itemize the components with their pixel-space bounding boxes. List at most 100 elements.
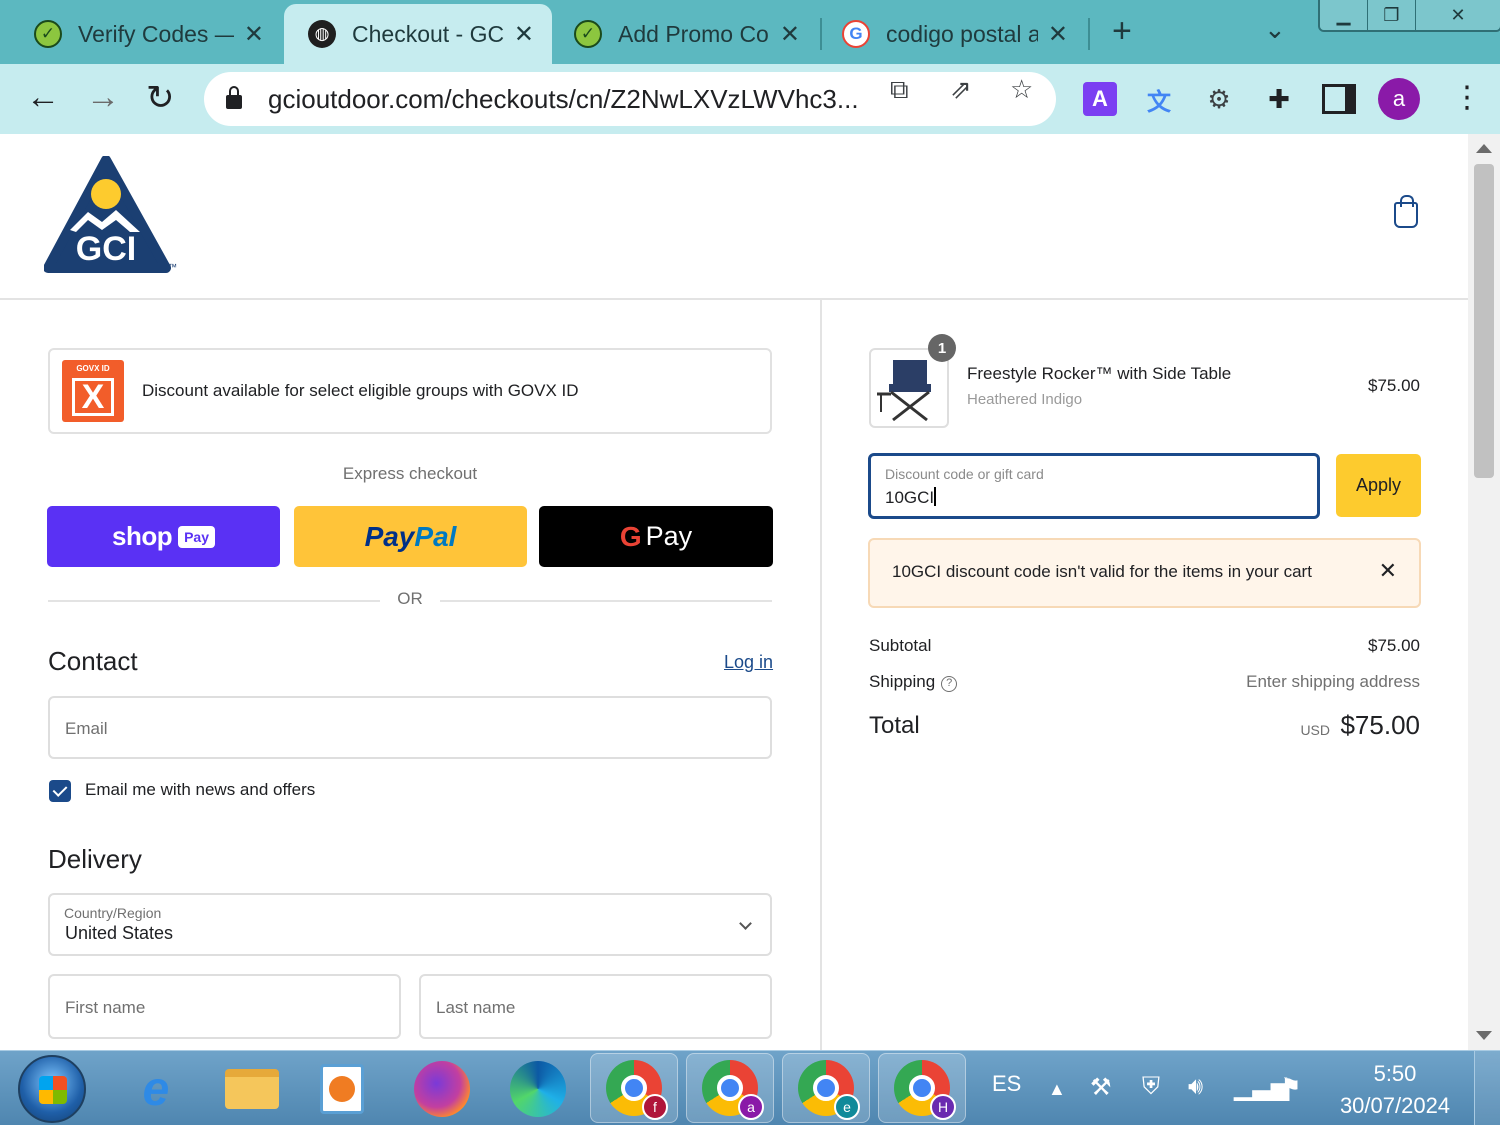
media-player-icon[interactable] (310, 1057, 374, 1121)
country-region-select[interactable]: Country/Region United States (48, 893, 772, 956)
clock-date[interactable]: 30/07/2024 (1330, 1093, 1460, 1119)
address-bar[interactable]: gcioutdoor.com/checkouts/cn/Z2NwLXVzLWVh… (204, 72, 1056, 126)
start-button[interactable] (18, 1055, 86, 1123)
text-caret (934, 487, 937, 506)
product-variant: Heathered Indigo (967, 391, 1083, 408)
govx-logo-mark: X (72, 378, 114, 416)
paypal-word-1: Pay (364, 520, 415, 552)
browser-menu-icon[interactable]: ⋮ (1452, 80, 1482, 115)
action-center-flag-icon[interactable]: ⚑ (1280, 1073, 1302, 1102)
discount-label: Discount code or gift card (885, 466, 1044, 482)
shipping-value: Enter shipping address (1246, 672, 1420, 691)
checkout-page: GCI ™ GOVX ID X Discount available for s… (0, 134, 1468, 1050)
google-pay-button[interactable]: G Pay (539, 506, 773, 567)
total-label: Total (869, 712, 920, 739)
new-tab-button[interactable]: + (1112, 12, 1132, 51)
chrome-profile-badge: H (930, 1094, 956, 1120)
security-shield-tray-icon[interactable]: ⛨ (1142, 1073, 1160, 1101)
minimize-button[interactable]: ▁ (1320, 0, 1368, 30)
shop-pay-word: shop (111, 521, 173, 551)
tab-separator (1088, 18, 1090, 50)
tab-verify-codes[interactable]: ✓ Verify Codes — ✕ (0, 4, 282, 64)
error-message: 10GCI discount code isn't valid for the … (892, 562, 1312, 581)
google-g-icon: G (619, 520, 642, 552)
scroll-down-arrow-icon[interactable] (1476, 1031, 1492, 1040)
scrollbar-thumb[interactable] (1474, 164, 1494, 478)
chrome-window-h[interactable]: H (878, 1053, 966, 1123)
edge-icon[interactable] (506, 1057, 570, 1121)
logo-text: GCI (76, 230, 136, 268)
internet-explorer-icon[interactable]: e (124, 1057, 188, 1121)
restore-button[interactable]: ❐ (1368, 0, 1416, 30)
page-scrollbar[interactable] (1468, 134, 1500, 1050)
chrome-window-e[interactable]: e (782, 1053, 870, 1123)
side-panel-icon[interactable] (1322, 82, 1356, 116)
first-name-field[interactable]: First name (48, 974, 401, 1039)
log-in-link[interactable]: Log in (724, 652, 773, 673)
input-language-indicator[interactable]: ES (992, 1071, 1021, 1097)
shopping-bag-icon[interactable] (1394, 195, 1418, 228)
tab-title: Checkout - GCI (352, 20, 504, 47)
govx-discount-banner[interactable]: GOVX ID X Discount available for select … (48, 348, 772, 434)
tab-search-chevron-icon[interactable]: ⌄ (1264, 14, 1286, 45)
tab-checkout-gci[interactable]: ◍ Checkout - GCI ✕ (284, 4, 552, 64)
bookmark-star-icon[interactable]: ☆ (1010, 74, 1033, 105)
close-icon[interactable]: ✕ (244, 20, 264, 49)
newsletter-label: Email me with news and offers (85, 780, 316, 799)
close-window-button[interactable]: ✕ (1416, 0, 1500, 30)
scroll-up-arrow-icon[interactable] (1476, 144, 1492, 153)
file-explorer-icon[interactable] (220, 1057, 284, 1121)
subtotal-value: $75.00 (1368, 636, 1420, 655)
clock-time[interactable]: 5:50 (1340, 1061, 1450, 1087)
tab-title: Add Promo Co (618, 20, 769, 47)
help-circle-icon[interactable]: ? (941, 676, 958, 692)
close-icon[interactable]: ✕ (780, 20, 800, 49)
window-controls: ▁ ❐ ✕ (1318, 0, 1500, 32)
email-field[interactable]: Email (48, 696, 772, 759)
close-icon[interactable]: ✕ (1379, 558, 1397, 584)
profile-avatar[interactable]: a (1378, 78, 1420, 120)
google-translate-icon[interactable]: 文 (1142, 82, 1176, 116)
chrome-window-a[interactable]: a (686, 1053, 774, 1123)
tab-add-promo[interactable]: ✓ Add Promo Co ✕ (552, 4, 818, 64)
chair-image (877, 360, 931, 422)
share-icon[interactable]: ⇗ (950, 74, 972, 105)
extension-a-icon[interactable]: A (1083, 82, 1117, 116)
chrome-profile-badge: e (834, 1094, 860, 1120)
product-name: Freestyle Rocker™ with Side Table (967, 364, 1232, 383)
apply-button[interactable]: Apply (1336, 454, 1421, 517)
green-check-icon: ✓ (574, 20, 602, 48)
last-name-field[interactable]: Last name (419, 974, 772, 1039)
volume-icon[interactable]: 🔊︎ (1188, 1073, 1203, 1101)
discount-code-input[interactable]: Discount code or gift card 10GCI (868, 453, 1320, 519)
show-desktop-button[interactable] (1474, 1051, 1500, 1125)
green-check-icon: ✓ (34, 20, 62, 48)
show-hidden-icons-arrow-icon[interactable]: ▲ (1048, 1079, 1066, 1100)
lock-icon[interactable] (226, 86, 242, 109)
translate-page-icon[interactable]: ⧉ (890, 74, 909, 106)
forward-arrow-icon[interactable]: → (86, 78, 120, 117)
tools-tray-icon[interactable]: ⚒ (1090, 1073, 1112, 1102)
close-icon[interactable]: ✕ (514, 20, 534, 49)
newsletter-checkbox[interactable] (49, 780, 71, 802)
store-header: GCI ™ (0, 134, 1468, 300)
reload-icon[interactable]: ↻ (146, 78, 175, 118)
close-icon[interactable]: ✕ (1048, 20, 1068, 49)
logo-trademark: ™ (168, 262, 177, 272)
last-name-placeholder: Last name (436, 998, 516, 1017)
tab-codigo-postal[interactable]: G codigo postal a ✕ (822, 4, 1086, 64)
chrome-window-f[interactable]: f (590, 1053, 678, 1123)
paypal-button[interactable]: Pay Pal (294, 506, 527, 567)
govx-logo: GOVX ID X (62, 360, 124, 422)
robot-extension-icon[interactable]: ⚙ (1202, 82, 1236, 116)
chrome-profile-badge: f (642, 1094, 668, 1120)
back-arrow-icon[interactable]: ← (26, 78, 60, 117)
govx-logo-top: GOVX ID (76, 364, 110, 373)
shop-pay-button[interactable]: shop Pay (47, 506, 280, 567)
chrome-icon: e (798, 1060, 860, 1120)
tab-title: Verify Codes — (78, 20, 234, 47)
google-pay-word: Pay (645, 521, 693, 551)
extensions-puzzle-icon[interactable]: ✚ (1262, 82, 1296, 116)
firefox-icon[interactable] (410, 1057, 474, 1121)
gci-logo[interactable]: GCI ™ (43, 155, 178, 281)
